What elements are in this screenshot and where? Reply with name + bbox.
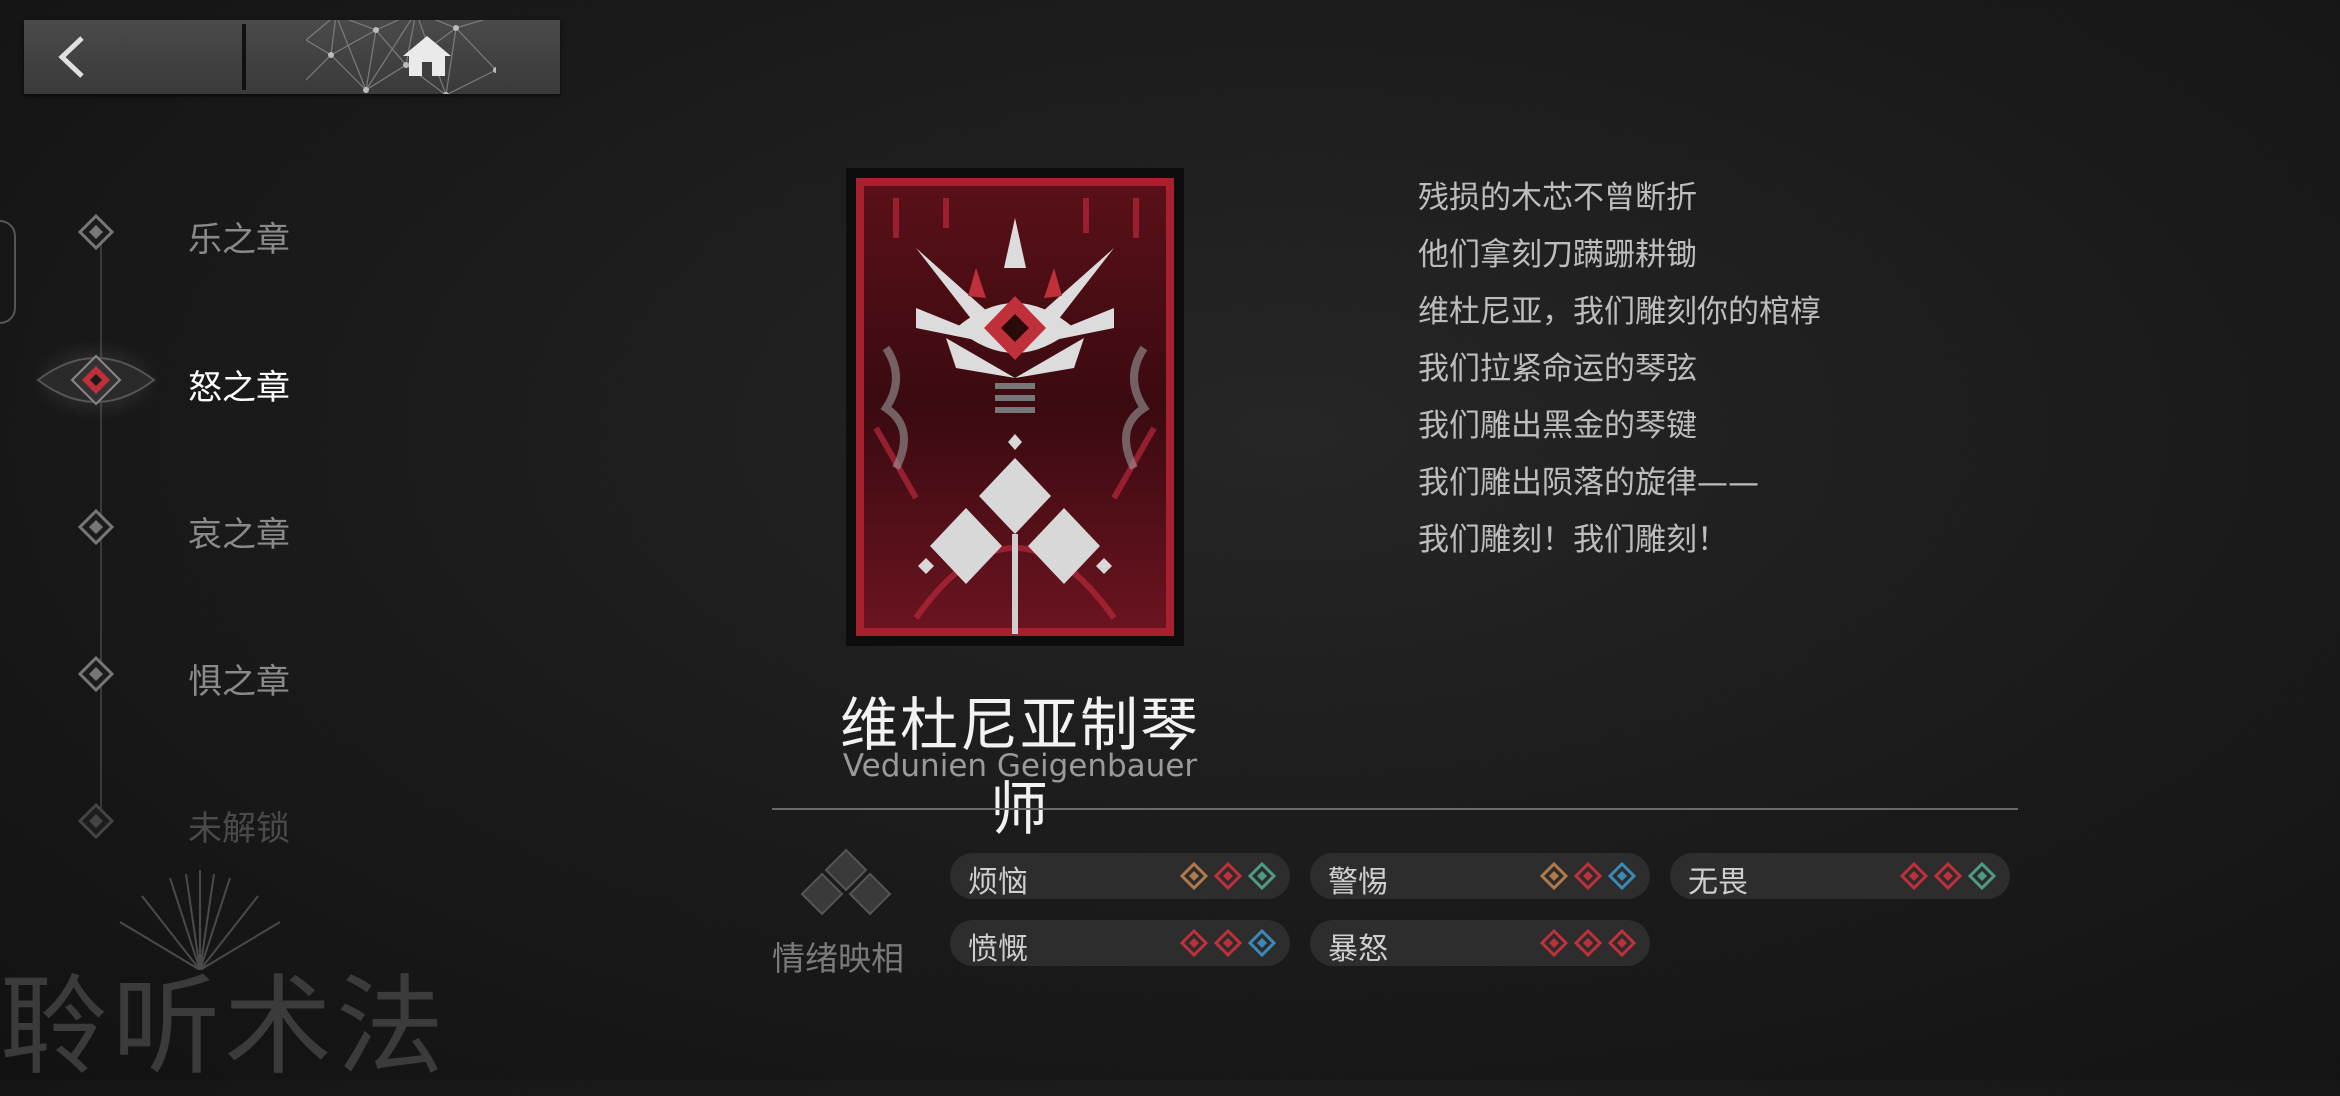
emotion-tag: 暴怒 <box>1310 920 1650 967</box>
gem-core <box>1549 938 1559 948</box>
emotion-tag: 愤慨 <box>950 920 1290 967</box>
diamond-node-icon <box>78 656 114 692</box>
poem-line: 我们雕出陨落的旋律—— <box>1418 465 1759 501</box>
chapter-item-sorrow[interactable]: 哀之章 <box>60 497 360 557</box>
chevron-left-icon <box>58 36 84 78</box>
emotion-name: 警惕 <box>1328 865 1388 900</box>
gem-core <box>1549 871 1559 881</box>
gem-core <box>1977 871 1987 881</box>
section-divider <box>772 808 2018 810</box>
character-name-en: Vedunien Geigenbauer <box>842 748 1198 784</box>
emotion-name: 暴怒 <box>1328 932 1388 967</box>
top-nav-bar <box>24 20 560 94</box>
chapter-label: 乐之章 <box>188 220 290 260</box>
gem-core <box>1189 871 1199 881</box>
gem-core <box>1909 871 1919 881</box>
emotion-name: 愤慨 <box>968 932 1028 967</box>
emotion-tag: 烦恼 <box>950 853 1290 900</box>
diamond-node-icon <box>78 509 114 545</box>
poem-line: 我们雕出黑金的琴键 <box>1418 408 1697 444</box>
gem-core <box>1257 938 1267 948</box>
chapter-item-locked[interactable]: 未解锁 <box>60 791 360 851</box>
emotion-name: 烦恼 <box>968 865 1028 900</box>
poem-line: 维杜尼亚，我们雕刻你的棺椁 <box>1418 294 1821 330</box>
emotion-gems <box>1540 862 1636 890</box>
chapter-item-joy[interactable]: 乐之章 <box>60 202 360 262</box>
watermark-title: 聆听术法 <box>0 965 449 1090</box>
chapter-label: 怒之章 <box>188 368 290 408</box>
gem-core <box>1583 938 1593 948</box>
chapter-item-anger[interactable]: 怒之章 <box>30 340 360 420</box>
emotion-section-title: 情绪映相 <box>772 939 904 978</box>
diamond-node-icon <box>78 803 114 839</box>
emotion-gems <box>1540 929 1636 957</box>
emotion-gems <box>1900 862 1996 890</box>
eye-icon <box>36 354 156 406</box>
character-card-art <box>846 168 1184 646</box>
home-icon <box>403 36 451 76</box>
home-button[interactable] <box>246 20 560 94</box>
emotion-gems <box>1180 862 1276 890</box>
chapter-label: 惧之章 <box>188 662 290 702</box>
gem-core <box>1583 871 1593 881</box>
gem-core <box>1223 938 1233 948</box>
poem-line: 我们雕刻！我们雕刻！ <box>1418 522 1728 558</box>
chapter-label: 哀之章 <box>188 515 290 555</box>
back-button[interactable] <box>24 20 244 94</box>
emotion-name: 无畏 <box>1688 865 1748 900</box>
gem-core <box>1223 871 1233 881</box>
poem-line: 他们拿刻刀蹒跚耕锄 <box>1418 237 1697 273</box>
emotion-tag: 无畏 <box>1670 853 2010 900</box>
gem-core <box>1257 871 1267 881</box>
chapter-item-fear[interactable]: 惧之章 <box>60 644 360 704</box>
poem-line: 我们拉紧命运的琴弦 <box>1418 351 1697 387</box>
gem-core <box>1189 938 1199 948</box>
chapter-label: 未解锁 <box>188 809 290 849</box>
poem-line: 残损的木芯不曾断折 <box>1418 180 1697 216</box>
emotion-gems <box>1180 929 1276 957</box>
gem-core <box>1617 871 1627 881</box>
gem-core <box>1617 938 1627 948</box>
gem-core <box>1943 871 1953 881</box>
emotion-diamonds-icon <box>800 848 892 916</box>
emotion-tag: 警惕 <box>1310 853 1650 900</box>
card-illustration <box>856 178 1174 636</box>
diamond-node-icon <box>78 214 114 250</box>
poem-text: 残损的木芯不曾断折 他们拿刻刀蹒跚耕锄 维杜尼亚，我们雕刻你的棺椁 我们拉紧命运… <box>1418 176 1821 575</box>
side-bracket-decoration <box>0 220 16 324</box>
